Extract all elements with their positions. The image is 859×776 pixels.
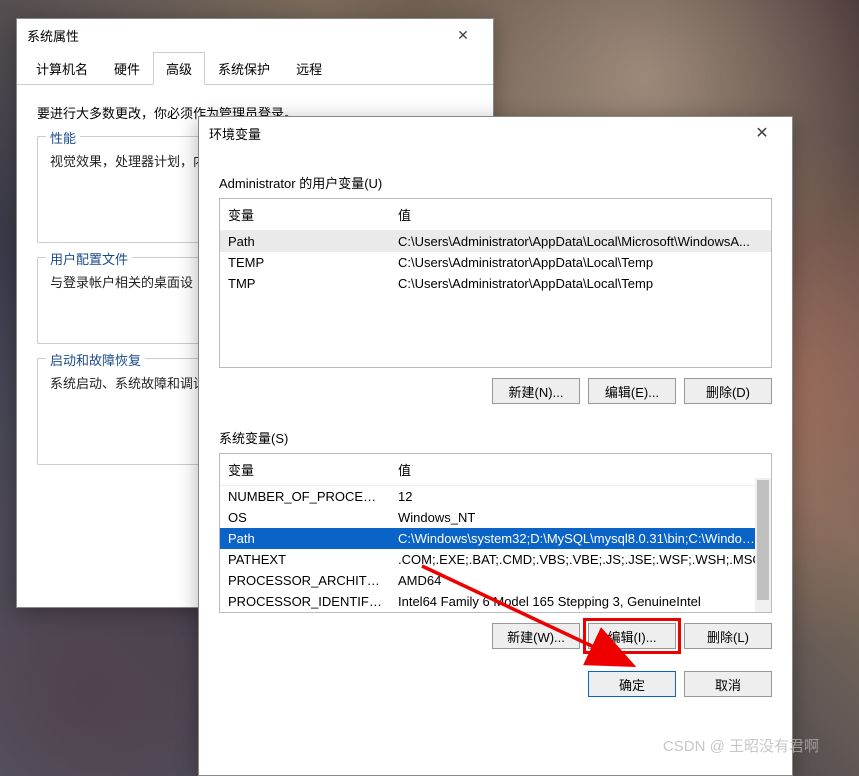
table-row[interactable]: PATHEXT.COM;.EXE;.BAT;.CMD;.VBS;.VBE;.JS… — [220, 549, 771, 570]
user-delete-button[interactable]: 删除(D) — [684, 378, 772, 404]
var-name: TMP — [220, 276, 390, 291]
table-row[interactable]: TMPC:\Users\Administrator\AppData\Local\… — [220, 273, 771, 294]
table-row[interactable]: PROCESSOR_ARCHITECT...AMD64 — [220, 570, 771, 591]
sys-vars-header: 变量 值 — [220, 454, 771, 486]
watermark: CSDN @ 王昭没有君啊 — [663, 735, 819, 756]
close-icon — [755, 123, 768, 143]
tab-computer-name[interactable]: 计算机名 — [23, 52, 101, 85]
user-new-button[interactable]: 新建(N)... — [492, 378, 580, 404]
user-vars-header: 变量 值 — [220, 199, 771, 231]
table-row[interactable]: TEMPC:\Users\Administrator\AppData\Local… — [220, 252, 771, 273]
sys-vars-label: 系统变量(S) — [219, 428, 772, 447]
col-variable[interactable]: 变量 — [220, 454, 390, 485]
tab-system-protection[interactable]: 系统保护 — [205, 52, 283, 85]
sys-delete-button[interactable]: 删除(L) — [684, 623, 772, 649]
var-name: PROCESSOR_IDENTIFIER — [220, 594, 390, 609]
var-value: Intel64 Family 6 Model 165 Stepping 3, G… — [390, 594, 771, 609]
tab-hardware[interactable]: 硬件 — [101, 52, 153, 85]
sys-edit-button[interactable]: 编辑(I)... — [588, 623, 676, 649]
sys-vars-scrollbar[interactable] — [755, 478, 771, 612]
table-row[interactable]: PathC:\Windows\system32;D:\MySQL\mysql8.… — [220, 528, 771, 549]
var-value: C:\Users\Administrator\AppData\Local\Tem… — [390, 255, 771, 270]
performance-title: 性能 — [46, 128, 80, 147]
sys-vars-table[interactable]: 变量 值 NUMBER_OF_PROCESSORS12OSWindows_NTP… — [219, 453, 772, 613]
var-value: C:\Windows\system32;D:\MySQL\mysql8.0.31… — [390, 531, 771, 546]
env-title: 环境变量 — [209, 124, 742, 143]
user-vars-label: Administrator 的用户变量(U) — [219, 173, 772, 192]
sys-props-close-button[interactable] — [443, 19, 483, 51]
var-name: OS — [220, 510, 390, 525]
env-footer: 确定 取消 — [199, 661, 792, 707]
ok-button[interactable]: 确定 — [588, 671, 676, 697]
user-vars-table[interactable]: 变量 值 PathC:\Users\Administrator\AppData\… — [219, 198, 772, 368]
tab-advanced[interactable]: 高级 — [153, 52, 205, 85]
user-profile-title: 用户配置文件 — [46, 249, 132, 268]
var-name: PROCESSOR_ARCHITECT... — [220, 573, 390, 588]
scrollbar-thumb[interactable] — [757, 480, 769, 600]
environment-variables-dialog: 环境变量 Administrator 的用户变量(U) 变量 值 PathC:\… — [198, 116, 793, 776]
sys-props-tabs: 计算机名 硬件 高级 系统保护 远程 — [17, 51, 493, 85]
env-close-button[interactable] — [742, 117, 782, 149]
sys-props-titlebar: 系统属性 — [17, 19, 493, 51]
var-value: AMD64 — [390, 573, 771, 588]
user-edit-button[interactable]: 编辑(E)... — [588, 378, 676, 404]
env-titlebar: 环境变量 — [199, 117, 792, 149]
close-icon — [457, 27, 469, 44]
table-row[interactable]: PROCESSOR_LEVEL6 — [220, 612, 771, 613]
var-value: .COM;.EXE;.BAT;.CMD;.VBS;.VBE;.JS;.JSE;.… — [390, 552, 771, 567]
table-row[interactable]: PathC:\Users\Administrator\AppData\Local… — [220, 231, 771, 252]
env-body: Administrator 的用户变量(U) 变量 值 PathC:\Users… — [199, 149, 792, 661]
var-value: C:\Users\Administrator\AppData\Local\Tem… — [390, 276, 771, 291]
sys-props-title: 系统属性 — [27, 26, 443, 45]
var-value: 12 — [390, 489, 771, 504]
col-variable[interactable]: 变量 — [220, 199, 390, 230]
col-value[interactable]: 值 — [390, 199, 771, 230]
var-value: Windows_NT — [390, 510, 771, 525]
sys-new-button[interactable]: 新建(W)... — [492, 623, 580, 649]
var-name: Path — [220, 531, 390, 546]
var-name: NUMBER_OF_PROCESSORS — [220, 489, 390, 504]
tab-remote[interactable]: 远程 — [283, 52, 335, 85]
var-name: Path — [220, 234, 390, 249]
var-name: PATHEXT — [220, 552, 390, 567]
startup-recovery-title: 启动和故障恢复 — [46, 350, 145, 369]
var-name: TEMP — [220, 255, 390, 270]
cancel-button[interactable]: 取消 — [684, 671, 772, 697]
table-row[interactable]: PROCESSOR_IDENTIFIERIntel64 Family 6 Mod… — [220, 591, 771, 612]
col-value[interactable]: 值 — [390, 454, 771, 485]
table-row[interactable]: NUMBER_OF_PROCESSORS12 — [220, 486, 771, 507]
table-row[interactable]: OSWindows_NT — [220, 507, 771, 528]
var-value: C:\Users\Administrator\AppData\Local\Mic… — [390, 234, 771, 249]
